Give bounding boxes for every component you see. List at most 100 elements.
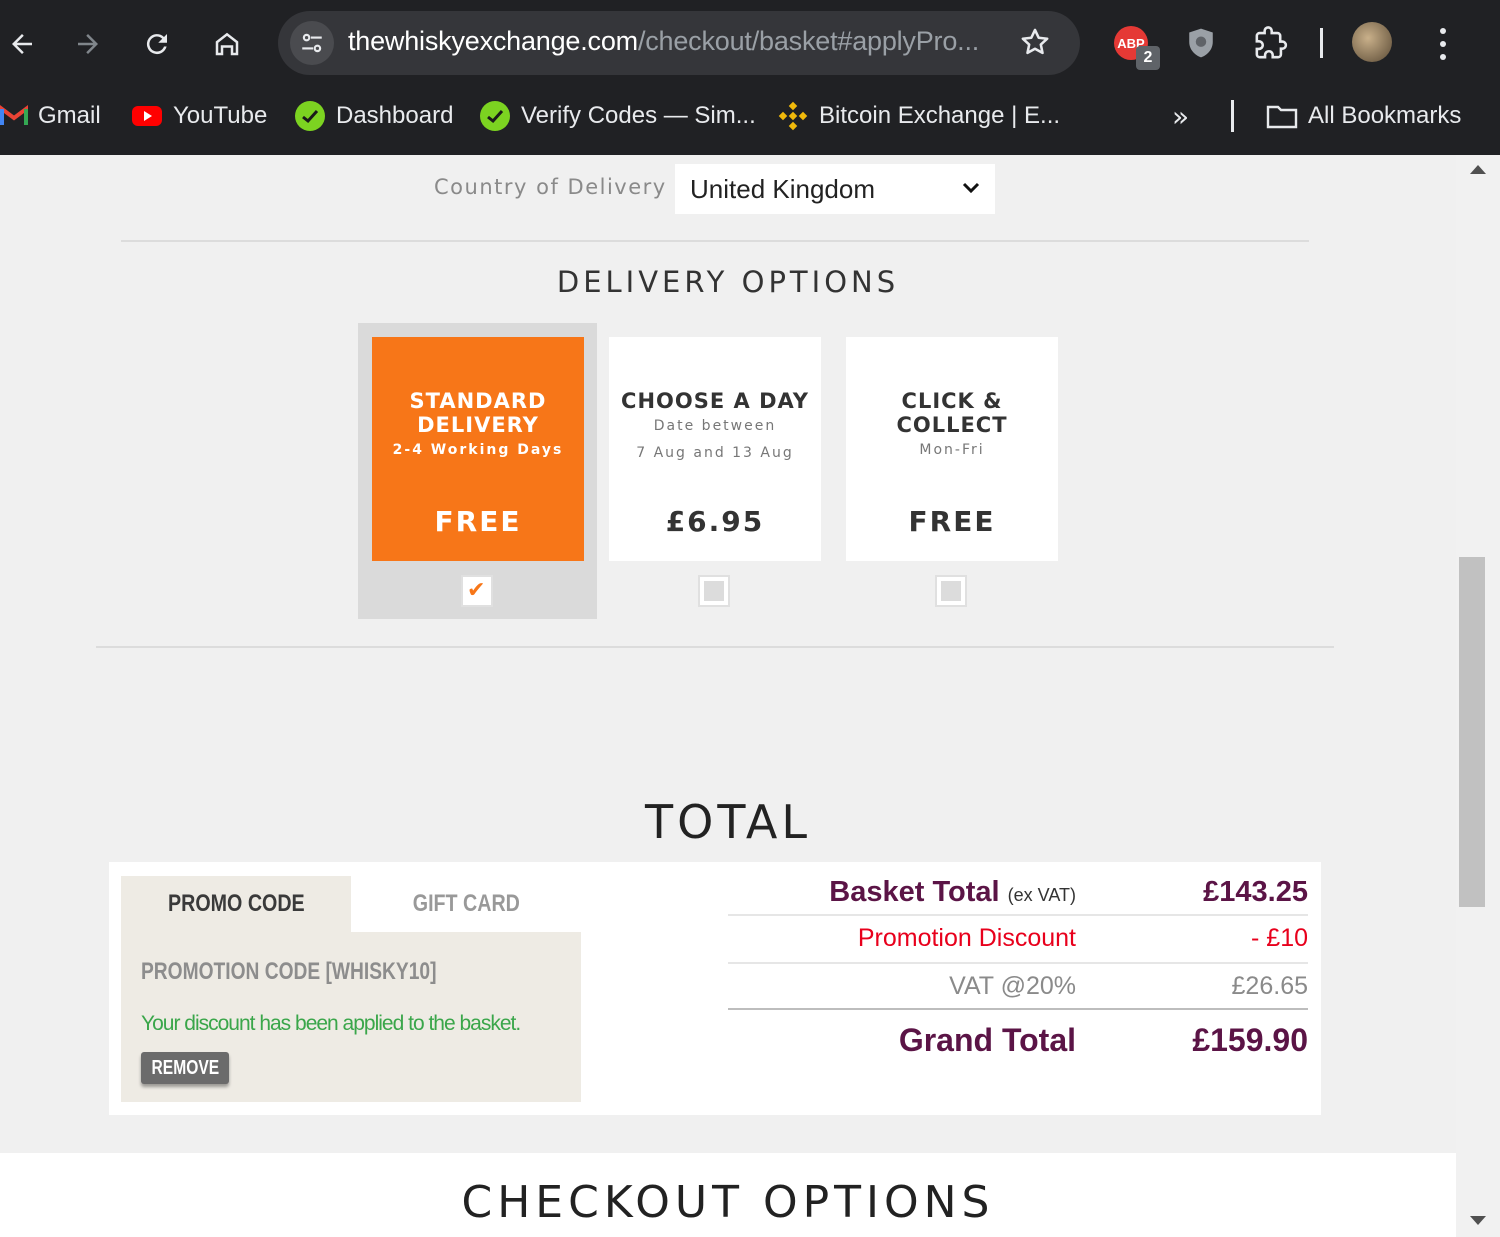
click-collect-checkbox[interactable] xyxy=(935,575,967,607)
country-select[interactable]: United Kingdom xyxy=(675,164,995,214)
gmail-icon xyxy=(0,100,28,132)
forward-button[interactable] xyxy=(66,22,110,66)
grand-total-row: Grand Total £159.90 xyxy=(728,1012,1308,1072)
grand-total-label: Grand Total xyxy=(898,1022,1076,1058)
applied-promo-code: PROMOTION CODE [WHISKY10] xyxy=(141,958,437,985)
ex-vat-text: (ex VAT) xyxy=(1007,885,1076,905)
bookmark-dashboard[interactable]: Dashboard xyxy=(294,98,453,134)
remove-promo-button[interactable]: REMOVE xyxy=(141,1052,229,1084)
delivery-option-standard[interactable]: STANDARD DELIVERY 2-4 Working Days FREE xyxy=(372,337,584,561)
checkbox-empty-icon xyxy=(704,581,724,601)
bookmarks-separator xyxy=(1231,100,1234,132)
basket-total-label: Basket Total (ex VAT) xyxy=(829,876,1076,909)
url-text: thewhiskyexchange.com/checkout/basket#ap… xyxy=(348,26,979,57)
chevron-down-icon xyxy=(962,182,980,194)
option-price: £6.95 xyxy=(665,505,765,538)
option-title-line: DELIVERY xyxy=(417,413,539,437)
dashboard-icon xyxy=(294,100,326,132)
checkbox-empty-icon xyxy=(941,581,961,601)
delivery-options-title: DELIVERY OPTIONS xyxy=(556,265,900,299)
site-info-button[interactable] xyxy=(290,21,334,65)
option-subtitle: 7 Aug and 13 Aug xyxy=(636,445,794,461)
shield-icon xyxy=(1189,28,1213,58)
youtube-icon xyxy=(131,100,163,132)
address-bar[interactable]: thewhiskyexchange.com/checkout/basket#ap… xyxy=(278,11,1080,75)
country-select-value: United Kingdom xyxy=(690,173,875,204)
menu-dot-icon xyxy=(1440,28,1446,34)
all-bookmarks-label: All Bookmarks xyxy=(1308,102,1462,129)
grand-total-value: £159.90 xyxy=(1192,1022,1308,1058)
browser-chrome: thewhiskyexchange.com/checkout/basket#ap… xyxy=(0,0,1500,155)
menu-dot-icon xyxy=(1440,54,1446,60)
scroll-up-arrow-icon[interactable] xyxy=(1470,165,1486,174)
home-icon xyxy=(215,32,239,56)
option-title-line: CLICK & xyxy=(901,389,1003,413)
scroll-down-arrow-icon[interactable] xyxy=(1470,1216,1486,1225)
arrow-right-icon xyxy=(78,34,98,54)
promotion-discount-row: Promotion Discount - £10 xyxy=(728,918,1308,964)
adblock-extension-button[interactable]: ABP 2 xyxy=(1108,20,1160,70)
url-path: /checkout/basket#applyPro... xyxy=(637,26,980,56)
url-host: thewhiskyexchange.com xyxy=(348,26,638,56)
reload-button[interactable] xyxy=(135,22,179,66)
back-button[interactable] xyxy=(0,22,44,66)
all-bookmarks-button[interactable]: All Bookmarks xyxy=(1266,98,1461,134)
profile-avatar[interactable] xyxy=(1352,22,1392,62)
bookmark-gmail[interactable]: Gmail xyxy=(0,98,101,134)
bookmark-star-button[interactable] xyxy=(1018,25,1052,63)
basket-total-row: Basket Total (ex VAT) £143.25 xyxy=(728,872,1308,916)
option-subtitle: 2-4 Working Days xyxy=(392,442,564,458)
delivery-option-click-collect[interactable]: CLICK & COLLECT Mon-Fri FREE xyxy=(846,337,1058,561)
bookmark-verify-codes[interactable]: Verify Codes — Sim... xyxy=(479,98,756,134)
scroll-thumb[interactable] xyxy=(1459,557,1485,907)
promo-code-panel: PROMOTION CODE [WHISKY10] Your discount … xyxy=(121,932,581,1102)
verify-codes-icon xyxy=(479,100,511,132)
bookmark-label: Bitcoin Exchange | E... xyxy=(819,102,1061,129)
basket-total-text: Basket Total xyxy=(829,876,1000,908)
choose-a-day-checkbox[interactable] xyxy=(698,575,730,607)
reload-icon xyxy=(146,34,167,55)
option-title-line: COLLECT xyxy=(896,413,1008,437)
option-price: FREE xyxy=(908,505,996,538)
tab-gift-card[interactable]: GIFT CARD xyxy=(351,876,581,932)
total-panel: PROMO CODE GIFT CARD PROMOTION CODE [WHI… xyxy=(109,862,1321,1115)
promo-success-message: Your discount has been applied to the ba… xyxy=(141,1012,521,1035)
option-title: STANDARD DELIVERY 2-4 Working Days xyxy=(372,389,584,464)
adblock-icon: ABP 2 xyxy=(1114,26,1160,70)
promotion-discount-value: - £10 xyxy=(1251,924,1308,952)
basket-total-value: £143.25 xyxy=(1203,876,1308,908)
shield-extension-button[interactable] xyxy=(1178,20,1224,66)
tab-promo-code[interactable]: PROMO CODE xyxy=(121,876,351,932)
extensions-button[interactable] xyxy=(1248,20,1294,66)
bookmarks-overflow-button[interactable]: » xyxy=(1172,100,1189,133)
country-of-delivery-label: Country of Delivery xyxy=(434,175,667,199)
bookmark-youtube[interactable]: YouTube xyxy=(131,98,267,134)
bookmarks-bar: Gmail YouTube Dashboard Verify Codes — S… xyxy=(0,86,1500,146)
checkout-page: Country of Delivery United Kingdom DELIV… xyxy=(0,155,1456,1237)
option-subtitle: Mon-Fri xyxy=(919,442,985,458)
option-title: CHOOSE A DAY Date between 7 Aug and 13 A… xyxy=(609,389,821,467)
divider xyxy=(96,646,1334,648)
binance-icon xyxy=(777,100,809,132)
home-button[interactable] xyxy=(205,22,249,66)
option-price: FREE xyxy=(434,505,522,538)
page-scrollbar[interactable] xyxy=(1456,155,1500,1237)
delivery-option-choose-a-day[interactable]: CHOOSE A DAY Date between 7 Aug and 13 A… xyxy=(609,337,821,561)
menu-dot-icon xyxy=(1440,41,1446,47)
browser-menu-button[interactable] xyxy=(1428,24,1458,64)
bookmark-label: YouTube xyxy=(173,102,268,129)
option-title-line: CHOOSE A DAY xyxy=(621,389,809,413)
tab-label: PROMO CODE xyxy=(167,890,305,917)
puzzle-icon xyxy=(1255,26,1288,59)
arrow-left-icon xyxy=(12,34,32,54)
vat-label: VAT @20% xyxy=(949,972,1076,1000)
bookmark-bitcoin-exchange[interactable]: Bitcoin Exchange | E... xyxy=(777,98,1060,134)
checkmark-icon: ✔ xyxy=(467,578,486,603)
tab-label: GIFT CARD xyxy=(412,890,520,917)
divider xyxy=(121,240,1309,242)
total-title: TOTAL xyxy=(645,795,811,849)
vat-row: VAT @20% £26.65 xyxy=(728,964,1308,1010)
tune-icon xyxy=(302,33,322,53)
option-title-line: STANDARD xyxy=(409,389,547,413)
standard-delivery-checkbox[interactable]: ✔ xyxy=(461,575,493,607)
